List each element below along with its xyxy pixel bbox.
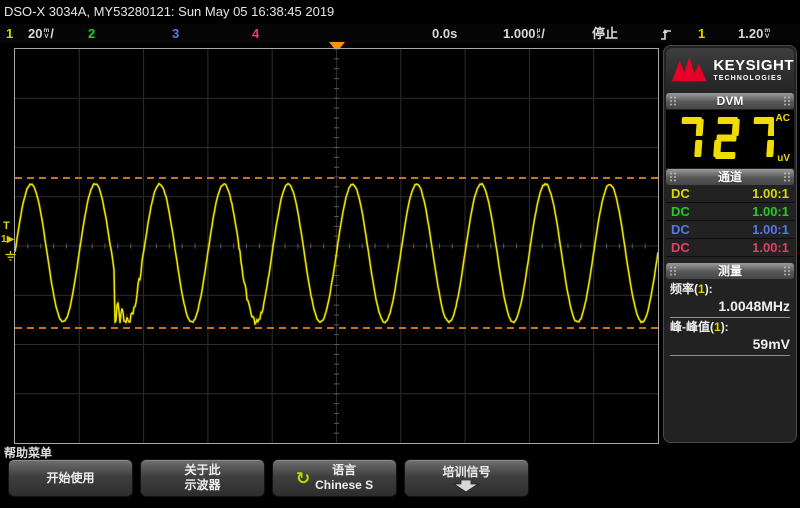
grip-icon xyxy=(669,96,677,106)
grip-icon xyxy=(669,266,677,276)
ground-icon xyxy=(5,248,16,266)
channels-section-header: 通道 xyxy=(666,169,794,185)
trigger-source: 1 xyxy=(698,24,705,43)
softkey-training-signals[interactable]: 培训信号 xyxy=(404,459,529,497)
time-offset: 0.0s xyxy=(432,24,457,43)
dvm-mode: AC xyxy=(776,113,790,124)
measurement-frequency-value: 1.0048MHz xyxy=(670,298,790,318)
channel-1-ground-marker[interactable]: 1▶ xyxy=(1,234,14,245)
channel-4-status-row: DC1.00:1 xyxy=(666,239,794,257)
dvm-unit: uV xyxy=(777,153,790,164)
measurement-frequency-label: 频率(1): xyxy=(670,280,790,298)
grip-icon xyxy=(783,266,791,276)
dvm-section-header: DVM xyxy=(666,93,794,109)
brand-name: KEYSIGHT xyxy=(713,58,794,73)
channel-1-scale: 20mV/ xyxy=(28,24,54,43)
seven-segment-digits xyxy=(670,113,774,165)
measurement-pkpk-label: 峰-峰值(1): xyxy=(670,318,790,336)
measure-section-header: 测量 xyxy=(666,263,794,279)
softkey-language[interactable]: ↻ 语言Chinese S xyxy=(272,459,397,497)
instrument-title: DSO-X 3034A, MY53280121: Sun May 05 16:3… xyxy=(0,0,800,24)
down-arrow-icon xyxy=(452,480,480,492)
dvm-readout: AC uV xyxy=(666,110,794,168)
info-panel: KEYSIGHT TECHNOLOGIES DVM AC uV 通道 DC1.0… xyxy=(663,45,797,443)
refresh-icon: ↻ xyxy=(296,470,310,487)
channel-4-indicator[interactable]: 4 xyxy=(252,24,259,43)
channel-1-status-row: DC1.00:1 xyxy=(666,185,794,203)
channel-1-indicator[interactable]: 1 xyxy=(6,24,13,43)
softkey-getting-started[interactable]: 开始使用 xyxy=(8,459,133,497)
channel-2-status-row: DC1.00:1 xyxy=(666,203,794,221)
waveform-display xyxy=(14,48,659,444)
trigger-level-marker[interactable]: T xyxy=(3,220,10,232)
status-bar: 1 20mV/ 2 3 4 0.0s 1.000µs/ 停止 1 1.20mV xyxy=(0,24,800,43)
trigger-edge-icon xyxy=(660,27,672,46)
brand-header: KEYSIGHT TECHNOLOGIES xyxy=(666,48,794,92)
brand-subtitle: TECHNOLOGIES xyxy=(713,75,794,82)
grip-icon xyxy=(783,96,791,106)
softkey-about-oscilloscope[interactable]: 关于此示波器 xyxy=(140,459,265,497)
keysight-logo-icon xyxy=(672,56,708,84)
trigger-level: 1.20mV xyxy=(738,24,771,43)
measurement-list: 频率(1): 1.0048MHz 峰-峰值(1): 59mV xyxy=(666,279,794,356)
channel-3-status-row: DC1.00:1 xyxy=(666,221,794,239)
measurement-pkpk-value: 59mV xyxy=(670,336,790,356)
grip-icon xyxy=(783,172,791,182)
timebase-setting: 1.000µs/ xyxy=(503,24,545,43)
channel-2-indicator[interactable]: 2 xyxy=(88,24,95,43)
run-state-stopped: 停止 xyxy=(592,24,618,43)
grip-icon xyxy=(669,172,677,182)
channel-3-indicator[interactable]: 3 xyxy=(172,24,179,43)
